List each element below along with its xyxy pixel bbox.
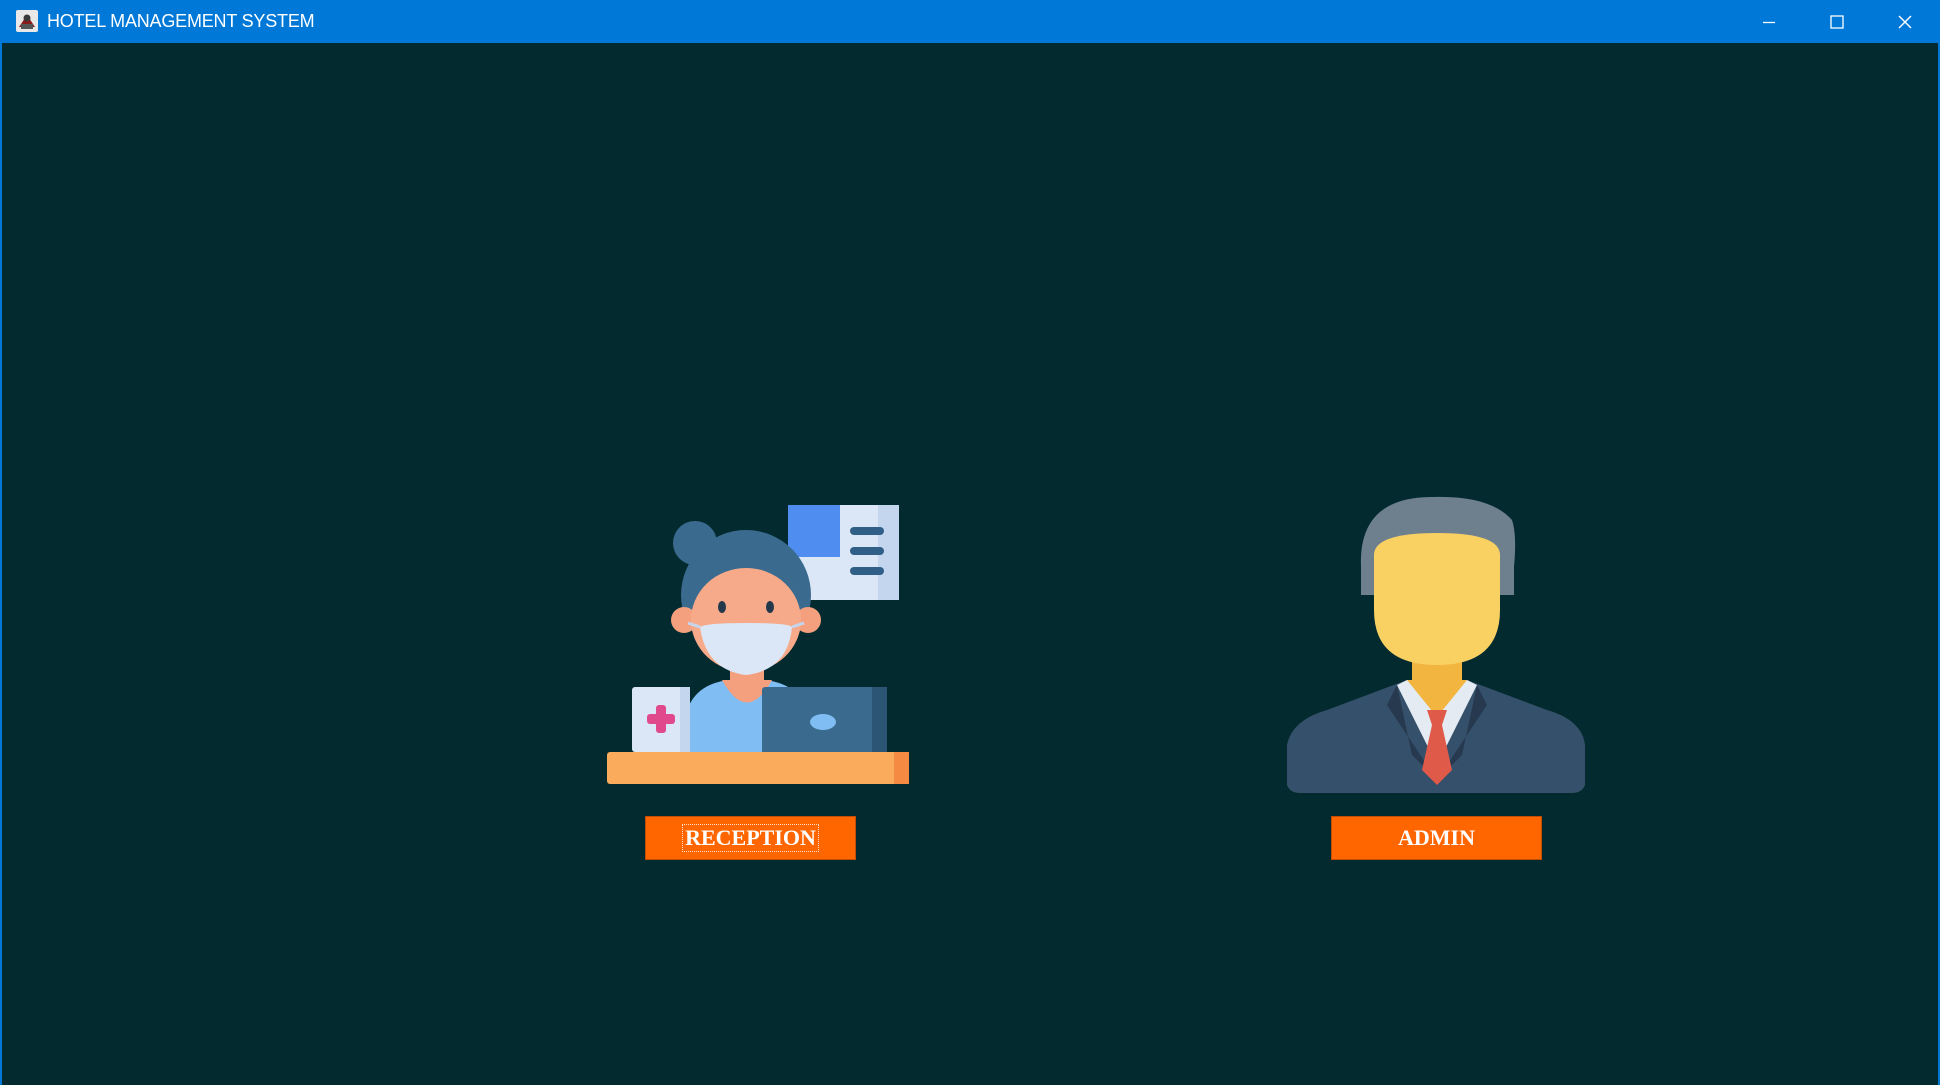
close-button[interactable] [1871, 0, 1939, 43]
minimize-icon [1761, 14, 1777, 30]
title-bar[interactable]: HOTEL MANAGEMENT SYSTEM [2, 0, 1940, 43]
receptionist-illustration [602, 455, 922, 795]
admin-button-label: ADMIN [1398, 825, 1475, 850]
maximize-button[interactable] [1803, 0, 1871, 43]
app-window: HOTEL MANAGEMENT SYSTEM RECEPTION ADMIN [0, 0, 1940, 1085]
reception-button[interactable]: RECEPTION [645, 816, 856, 860]
minimize-button[interactable] [1735, 0, 1803, 43]
window-title: HOTEL MANAGEMENT SYSTEM [47, 11, 315, 31]
maximize-icon [1829, 14, 1845, 30]
admin-illustration [1282, 455, 1602, 795]
admin-button[interactable]: ADMIN [1331, 816, 1542, 860]
app-icon [15, 9, 39, 33]
close-icon [1897, 14, 1913, 30]
reception-button-label: RECEPTION [682, 824, 819, 852]
